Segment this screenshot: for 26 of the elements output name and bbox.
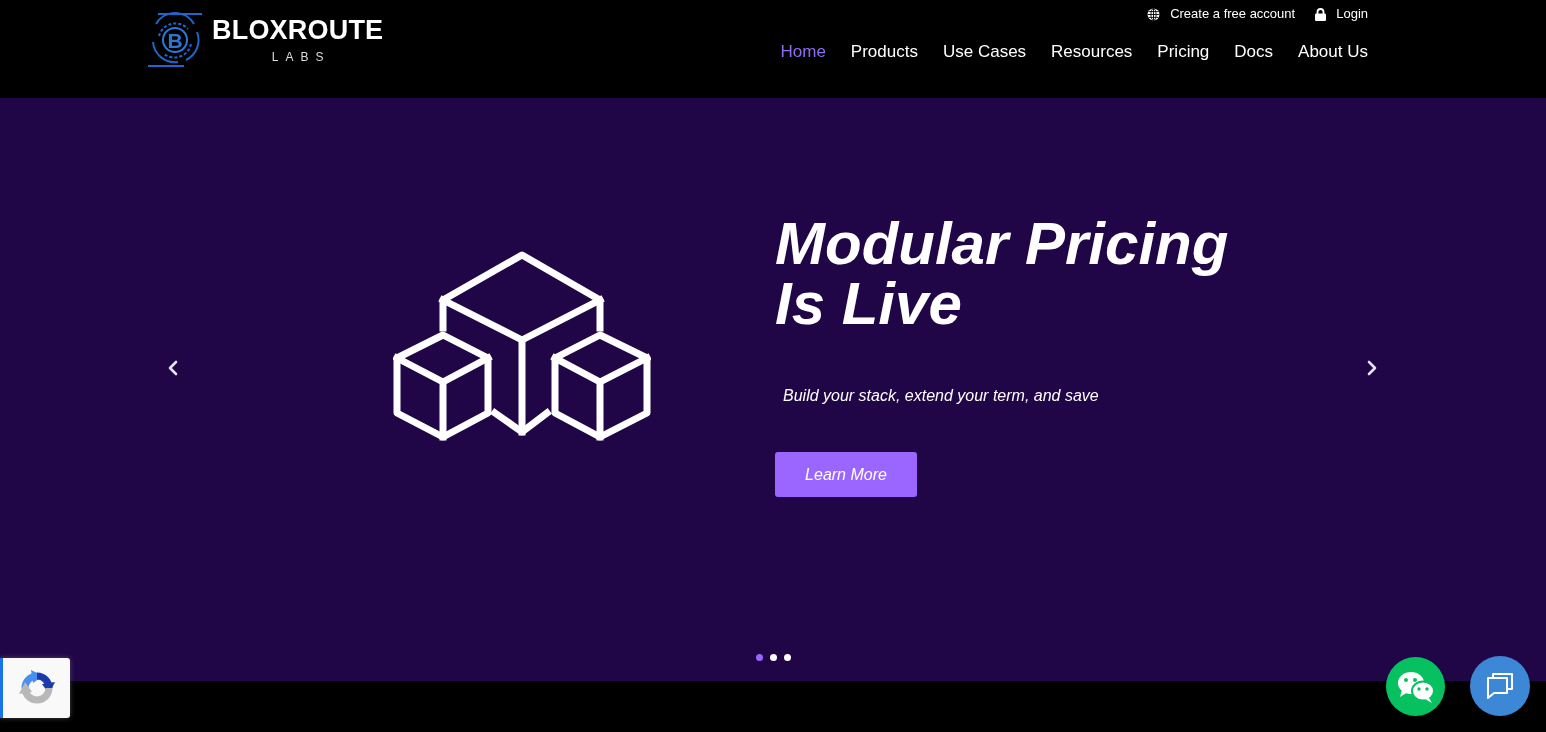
globe-icon	[1147, 7, 1161, 21]
nav-link[interactable]: Products	[850, 42, 918, 62]
nav-link[interactable]: Home	[780, 42, 826, 62]
nav-link[interactable]: Pricing	[1157, 42, 1210, 62]
nav-link[interactable]: Resources	[1051, 42, 1133, 62]
recaptcha-badge[interactable]	[0, 658, 70, 718]
speech-bubbles-icon	[1486, 672, 1514, 700]
nav-link[interactable]: Docs	[1234, 42, 1274, 62]
hero-title: Modular Pricing Is Live	[775, 214, 1230, 334]
hero-subtitle: Build your stack, extend your term, and save	[783, 386, 1100, 405]
slide-indicator[interactable]	[783, 654, 791, 661]
slide-indicator[interactable]	[769, 654, 777, 661]
logo-name: BLOXROUTE	[212, 17, 384, 44]
header-link[interactable]: Create a free account	[1147, 6, 1296, 22]
cubes-icon	[393, 251, 651, 441]
previous-slide-icon[interactable]	[167, 360, 179, 376]
chat-bubbles-icon	[1396, 670, 1435, 703]
learn-more-button[interactable]: Learn More	[775, 452, 917, 497]
nav-link[interactable]: About Us	[1298, 42, 1368, 62]
logo-tagline: LABS	[270, 51, 331, 63]
logo-rings-icon	[148, 12, 202, 68]
nav-link[interactable]: Use Cases	[942, 42, 1027, 62]
lock-icon	[1315, 7, 1327, 21]
next-slide-icon[interactable]	[1366, 360, 1378, 376]
logo-letter: B	[167, 29, 183, 51]
header-link[interactable]: Login	[1315, 6, 1368, 22]
